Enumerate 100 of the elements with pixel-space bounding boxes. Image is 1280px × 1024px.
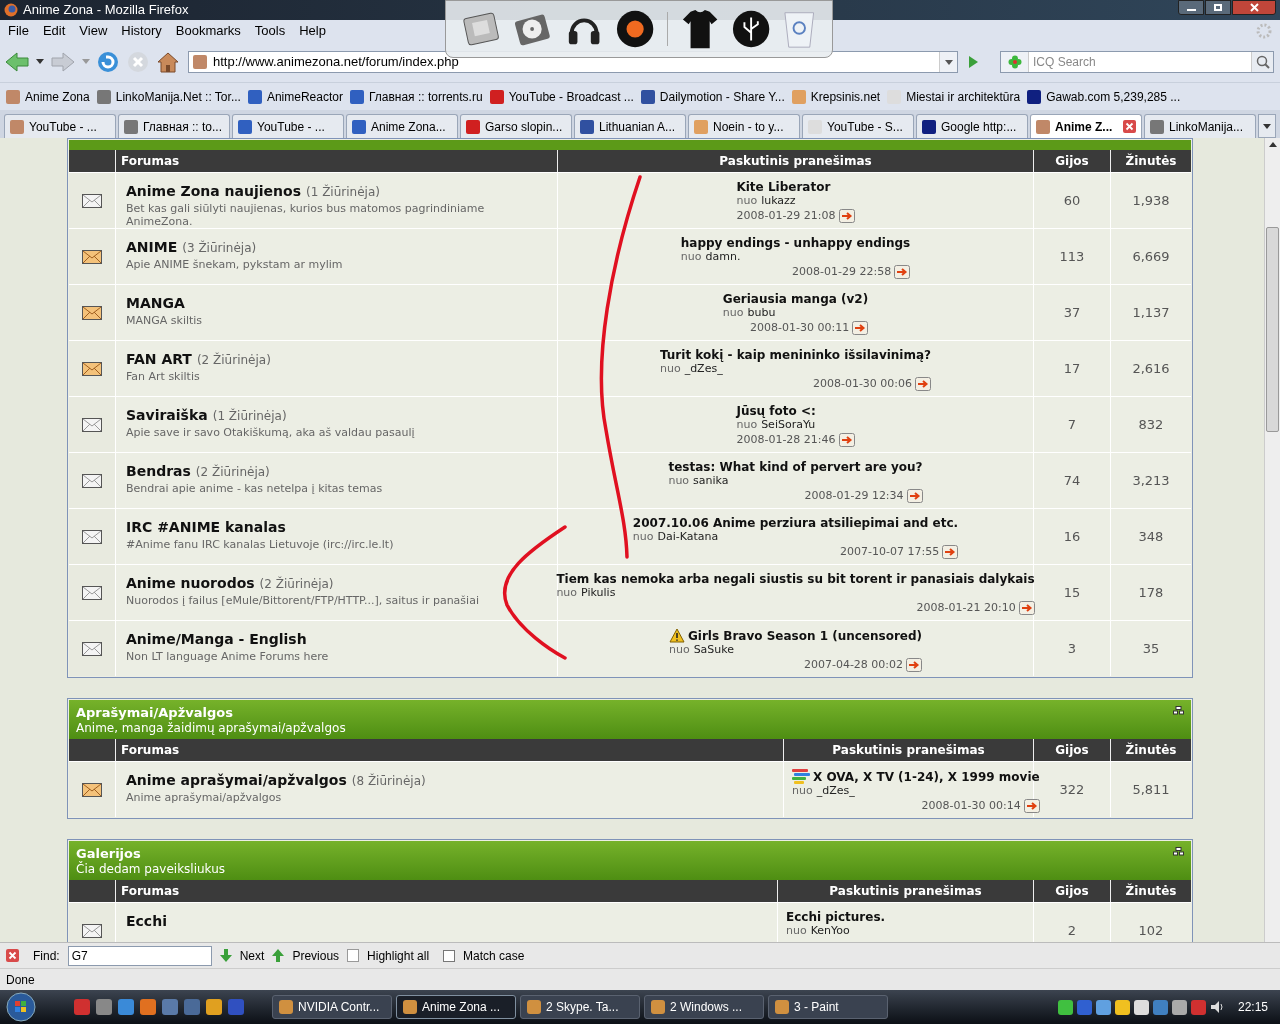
- browser-tab[interactable]: Anime Z...: [1030, 114, 1142, 138]
- browser-tab[interactable]: Anime Zona...: [346, 114, 458, 138]
- vertical-scrollbar[interactable]: [1264, 138, 1280, 942]
- match-case-checkbox[interactable]: [443, 949, 456, 962]
- forum-title-link[interactable]: Anime/Manga - English: [126, 629, 307, 650]
- menu-item[interactable]: History: [121, 21, 162, 41]
- scroll-up-arrow-icon[interactable]: [1268, 142, 1277, 147]
- author-link[interactable]: bubu: [747, 306, 776, 320]
- author-link[interactable]: Dai-Katana: [657, 530, 719, 544]
- last-post-title-link[interactable]: Jūsų foto <:: [736, 404, 816, 418]
- speaker-icon[interactable]: [1209, 1000, 1226, 1014]
- author-link[interactable]: Pikulis: [581, 586, 616, 600]
- browser-tab[interactable]: YouTube - ...: [4, 114, 116, 138]
- last-post-title-link[interactable]: Ecchi pictures.: [786, 910, 886, 924]
- taskbar-button[interactable]: 3 - Paint: [768, 995, 888, 1019]
- home-icon[interactable]: [156, 51, 180, 73]
- close-tab-icon[interactable]: [1123, 120, 1136, 133]
- author-link[interactable]: sanika: [693, 474, 729, 488]
- last-post-title-link[interactable]: Tiem kas nemoka arba negali siustis su bit torent ir panasiais dalykais: [556, 572, 1035, 586]
- last-post-title-link[interactable]: 2007.10.06 Anime perziura atsiliepimai and etc.: [632, 516, 959, 530]
- browser-tab[interactable]: YouTube - ...: [232, 114, 344, 138]
- search-input[interactable]: ICQ Search: [1029, 53, 1251, 71]
- browser-tab[interactable]: LinkoManija...: [1144, 114, 1256, 138]
- forum-title-link[interactable]: MANGA: [126, 293, 185, 314]
- bookmark-link[interactable]: Anime Zona: [25, 87, 90, 106]
- browser-tab[interactable]: Главная :: to...: [118, 114, 230, 138]
- taskbar-button[interactable]: NVIDIA Contr...: [272, 995, 392, 1019]
- collapse-icon[interactable]: [1173, 706, 1184, 715]
- menu-item[interactable]: File: [8, 21, 29, 41]
- last-post-title-link[interactable]: Kite Liberator: [736, 180, 831, 194]
- menu-item[interactable]: Help: [299, 21, 326, 41]
- forum-title-link[interactable]: Bendras: [126, 461, 191, 482]
- bookmark-link[interactable]: Главная :: torrents.ru: [368, 87, 483, 106]
- author-link[interactable]: KenYoo: [810, 924, 850, 938]
- reload-icon[interactable]: [96, 50, 120, 74]
- bookmark-link[interactable]: YouTube - Broadcast ...: [508, 87, 634, 106]
- taskbar-button[interactable]: Anime Zona ...: [396, 995, 516, 1019]
- bookmark-link[interactable]: LinkoManija.Net :: Tor...: [115, 87, 241, 106]
- menu-item[interactable]: View: [79, 21, 108, 41]
- author-link[interactable]: SeiSoraYu: [761, 418, 816, 432]
- go-to-post-icon[interactable]: [915, 377, 932, 391]
- menu-item[interactable]: Tools: [254, 21, 286, 41]
- forum-title-link[interactable]: Anime Zona naujienos: [126, 181, 301, 202]
- tray-icon[interactable]: [1133, 999, 1149, 1015]
- emblem-icon[interactable]: [615, 9, 654, 49]
- minimize-button[interactable]: [1178, 0, 1204, 15]
- menu-item[interactable]: Bookmarks: [175, 21, 241, 41]
- quick-launch-icon[interactable]: [206, 999, 222, 1015]
- scroll-thumb[interactable]: [1266, 227, 1279, 432]
- go-to-post-icon[interactable]: [852, 321, 869, 335]
- t-shirt-icon[interactable]: [680, 7, 720, 51]
- forum-title-link[interactable]: IRC #ANIME kanalas: [126, 517, 286, 538]
- browser-tab[interactable]: Garso slopin...: [460, 114, 572, 138]
- go-to-post-icon[interactable]: [838, 433, 855, 447]
- taskbar-button[interactable]: 2 Skype. Ta...: [520, 995, 640, 1019]
- go-to-post-icon[interactable]: [942, 545, 959, 559]
- go-to-post-icon[interactable]: [906, 489, 923, 503]
- go-to-post-icon[interactable]: [838, 209, 855, 223]
- close-icon[interactable]: [6, 949, 19, 962]
- tray-icon[interactable]: [1095, 999, 1111, 1015]
- last-post-title-link[interactable]: Geriausia manga (v2): [722, 292, 869, 306]
- search-icon[interactable]: [1255, 55, 1270, 69]
- forum-title-link[interactable]: Ecchi: [126, 911, 167, 932]
- browser-tab[interactable]: YouTube - S...: [802, 114, 914, 138]
- bookmark-link[interactable]: Krepsinis.net: [810, 87, 881, 106]
- history-dropdown-button[interactable]: [939, 52, 957, 72]
- author-link[interactable]: lukazz: [761, 194, 796, 208]
- highlight-all-button[interactable]: Highlight all: [367, 946, 430, 965]
- tray-icon[interactable]: [1114, 999, 1130, 1015]
- last-post-title-link[interactable]: Girls Bravo Season 1 (uncensored): [687, 628, 923, 643]
- maximize-button[interactable]: [1205, 0, 1231, 15]
- search-field[interactable]: ICQ Search: [1000, 51, 1274, 73]
- last-post-title-link[interactable]: Turit kokį - kaip menininko išsilavinimą?: [659, 348, 932, 362]
- browser-tab[interactable]: Noein - to y...: [688, 114, 800, 138]
- dropdown-caret-icon[interactable]: [36, 59, 44, 65]
- author-link[interactable]: _dZes_: [684, 362, 723, 376]
- tray-icon[interactable]: [1057, 999, 1073, 1015]
- forum-title-link[interactable]: Anime aprašymai/apžvalgos: [126, 770, 347, 791]
- menu-item[interactable]: Edit: [42, 21, 66, 41]
- go-to-post-icon[interactable]: [894, 265, 911, 279]
- usb-icon[interactable]: [732, 9, 771, 49]
- back-arrow-icon[interactable]: [4, 51, 30, 73]
- go-to-post-icon[interactable]: [1023, 799, 1040, 813]
- bookmark-link[interactable]: Gawab.com 5,239,285 ...: [1046, 87, 1181, 106]
- author-link[interactable]: SaSuke: [693, 643, 735, 657]
- forum-title-link[interactable]: Anime nuorodos: [126, 573, 255, 594]
- taskbar-button[interactable]: 2 Windows ...: [644, 995, 764, 1019]
- tab-list-button[interactable]: [1258, 114, 1276, 138]
- forum-title-link[interactable]: FAN ART: [126, 349, 192, 370]
- browser-tab[interactable]: Google http:...: [916, 114, 1028, 138]
- last-post-title-link[interactable]: X OVA, X TV (1-24), X 1999 movie: [813, 769, 1040, 784]
- find-next-button[interactable]: Next: [239, 946, 265, 965]
- close-button[interactable]: [1232, 0, 1276, 15]
- bookmark-link[interactable]: AnimeReactor: [266, 87, 343, 106]
- go-to-post-icon[interactable]: [1018, 601, 1035, 615]
- find-previous-button[interactable]: Previous: [292, 946, 340, 965]
- last-post-title-link[interactable]: happy endings - unhappy endings: [680, 236, 911, 250]
- collapse-icon[interactable]: [1173, 847, 1184, 856]
- forum-title-link[interactable]: ANIME: [126, 237, 178, 258]
- go-to-post-icon[interactable]: [906, 658, 923, 672]
